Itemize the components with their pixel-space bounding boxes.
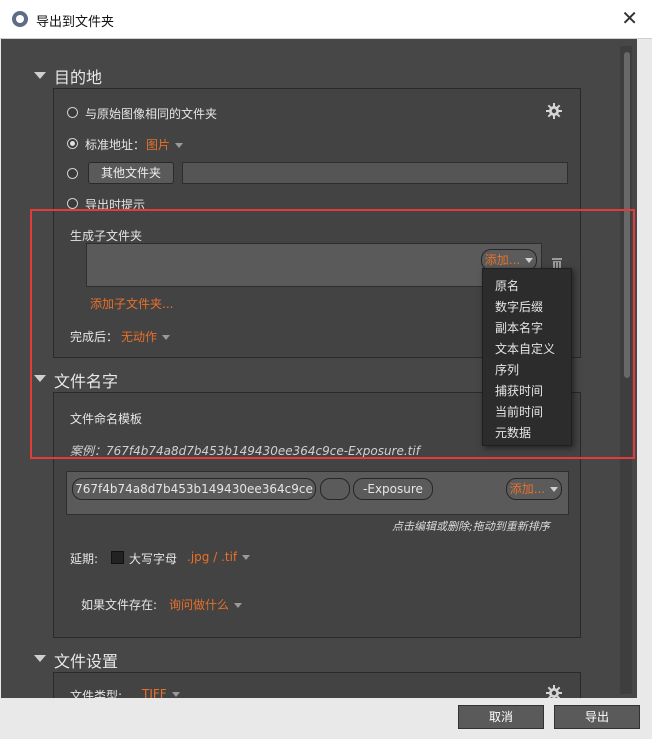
- menu-item-capture-time[interactable]: 捕获时间: [495, 382, 543, 399]
- token-blank[interactable]: [320, 478, 350, 500]
- menu-item-custom-text[interactable]: 文本自定义: [495, 340, 555, 357]
- uppercase-checkbox[interactable]: [111, 551, 124, 564]
- section-title-file-settings: 文件设置: [54, 652, 119, 671]
- add-name-token-button[interactable]: 添加...: [506, 478, 562, 500]
- extension-dropdown[interactable]: .jpg / .tif: [187, 550, 251, 564]
- chevron-down-icon: [550, 487, 559, 492]
- example-text: 案例：767f4b74a8d7b453b149430ee364c9ce-Expo…: [70, 444, 420, 458]
- extension-value: .jpg / .tif: [187, 550, 238, 564]
- file-exists-value: 询问做什么: [169, 598, 230, 612]
- gear-icon[interactable]: [546, 103, 562, 119]
- after-export-value: 无动作: [121, 330, 158, 344]
- gear-icon[interactable]: [546, 685, 562, 698]
- ask-label: 导出时提示: [85, 198, 146, 212]
- dialog-footer: 取消 导出: [0, 699, 652, 739]
- token-original-name[interactable]: 767f4b74a8d7b453b149430ee364c9ce: [72, 478, 316, 500]
- collapse-filename-icon[interactable]: [34, 375, 46, 382]
- chevron-down-icon: [525, 258, 534, 263]
- subfolder-label: 生成子文件夹: [70, 229, 143, 243]
- cancel-button[interactable]: 取消: [458, 705, 544, 729]
- chevron-down-icon: [162, 335, 171, 340]
- chevron-down-icon: [242, 555, 251, 560]
- add-subfolder-link[interactable]: 添加子文件夹...: [90, 295, 173, 312]
- scrollbar-thumb[interactable]: [624, 52, 630, 378]
- file-exists-label: 如果文件存在:: [81, 598, 158, 612]
- title-bar: 导出到文件夹 ✕: [0, 0, 652, 39]
- other-folder-path-field[interactable]: [182, 162, 568, 184]
- menu-item-numeric-suffix[interactable]: 数字后缀: [495, 298, 543, 315]
- chevron-down-icon: [171, 692, 180, 697]
- uppercase-label: 大写字母: [129, 552, 178, 566]
- menu-item-current-time[interactable]: 当前时间: [495, 403, 543, 420]
- token-suffix[interactable]: -Exposure: [353, 478, 433, 500]
- standard-dropdown[interactable]: 图片: [146, 136, 184, 153]
- add-token-menu: 原名 数字后缀 副本名字 文本自定义 序列 捕获时间 当前时间 元数据: [482, 268, 572, 446]
- other-folder-button[interactable]: 其他文件夹: [88, 162, 174, 184]
- standard-label: 标准地址：: [85, 138, 146, 152]
- menu-item-copy-name[interactable]: 副本名字: [495, 319, 543, 336]
- section-title-destination: 目的地: [54, 68, 103, 87]
- section-title-filename: 文件名字: [54, 372, 119, 391]
- after-export-label: 完成后：: [70, 330, 119, 344]
- after-export-dropdown[interactable]: 无动作: [121, 328, 171, 345]
- collapse-file-settings-icon[interactable]: [34, 655, 46, 662]
- file-exists-dropdown[interactable]: 询问做什么: [169, 596, 243, 613]
- add-subfolder-token-label: 添加...: [484, 253, 521, 267]
- standard-value: 图片: [146, 138, 171, 152]
- collapse-destination-icon[interactable]: [34, 72, 46, 79]
- chevron-down-icon: [175, 143, 184, 148]
- subfolder-drop-area[interactable]: [86, 243, 542, 287]
- file-settings-box: 文件类型: TIFF: [53, 672, 581, 698]
- extension-label: 延期:: [70, 552, 99, 566]
- file-type-dropdown[interactable]: TIFF: [142, 687, 180, 698]
- app-icon: [12, 11, 28, 27]
- window-title: 导出到文件夹: [36, 15, 115, 30]
- radio-standard[interactable]: [67, 138, 78, 149]
- radio-same-folder[interactable]: [67, 107, 78, 118]
- file-type-label: 文件类型:: [70, 689, 123, 698]
- template-label: 文件命名模板: [70, 412, 143, 426]
- chevron-down-icon: [234, 603, 243, 608]
- add-name-token-label: 添加...: [509, 482, 546, 496]
- radio-ask-on-export[interactable]: [67, 198, 78, 209]
- template-hint: 点击编辑或删除;拖动到重新排序: [392, 520, 550, 533]
- file-type-value: TIFF: [142, 687, 167, 698]
- menu-item-original-name[interactable]: 原名: [495, 277, 519, 294]
- radio-other-folder[interactable]: [67, 168, 78, 179]
- menu-item-metadata[interactable]: 元数据: [495, 424, 531, 441]
- menu-item-sequence[interactable]: 序列: [495, 361, 519, 378]
- same-folder-label: 与原始图像相同的文件夹: [85, 107, 218, 121]
- export-button[interactable]: 导出: [554, 705, 640, 729]
- close-icon[interactable]: ✕: [621, 6, 638, 30]
